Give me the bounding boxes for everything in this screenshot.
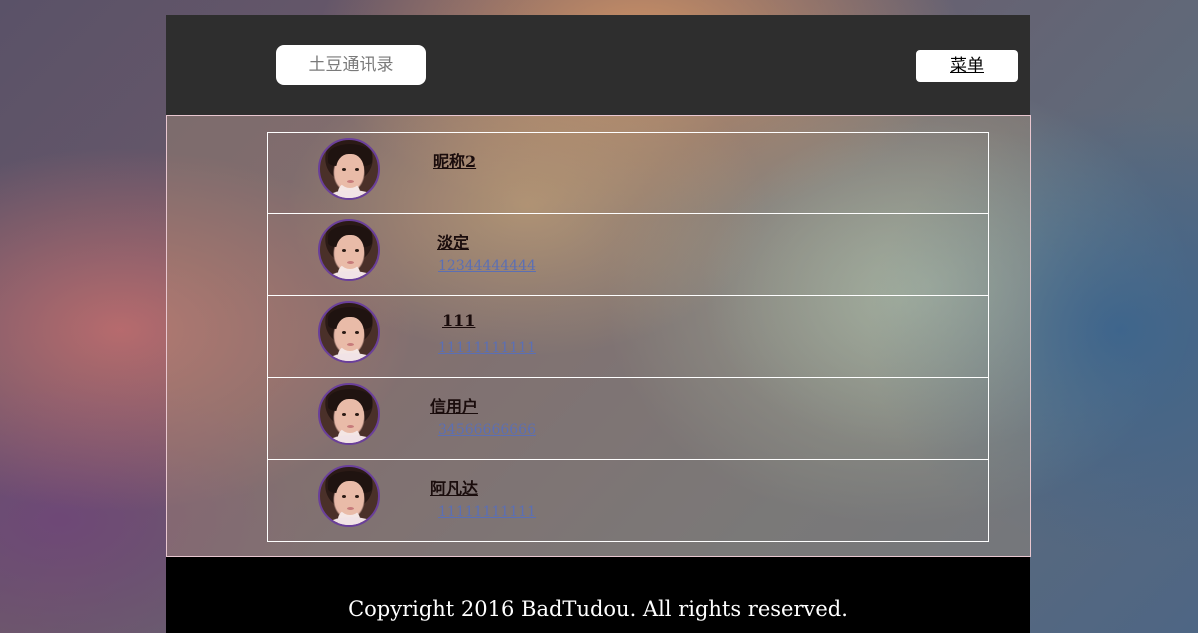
contact-item[interactable]: 111 11111111111 <box>267 296 989 378</box>
avatar-icon[interactable] <box>318 465 380 527</box>
contact-phone[interactable]: 34566666666 <box>438 422 536 438</box>
contact-item[interactable]: 淡定 12344444444 <box>267 214 989 296</box>
contact-list: 昵称2 淡定 12344444444 111 11111111111 信用户 3… <box>267 132 989 542</box>
page-footer: Copyright 2016 BadTudou. All rights rese… <box>166 557 1030 633</box>
contact-name[interactable]: 阿凡达 <box>430 475 478 499</box>
contact-name[interactable]: 111 <box>442 311 475 330</box>
contact-name[interactable]: 昵称2 <box>433 148 476 172</box>
avatar-icon[interactable] <box>318 301 380 363</box>
contact-phone[interactable]: 12344444444 <box>438 258 536 274</box>
contact-item[interactable]: 信用户 34566666666 <box>267 378 989 460</box>
contact-phone[interactable]: 11111111111 <box>438 504 536 520</box>
app-header: 土豆通讯录 菜单 <box>166 15 1030 115</box>
contact-item[interactable]: 阿凡达 11111111111 <box>267 460 989 542</box>
copyright-text: Copyright 2016 BadTudou. All rights rese… <box>348 597 848 621</box>
contact-panel: 昵称2 淡定 12344444444 111 11111111111 信用户 3… <box>166 115 1031 557</box>
menu-button[interactable]: 菜单 <box>916 50 1018 82</box>
contact-item[interactable]: 昵称2 <box>267 132 989 214</box>
avatar-icon[interactable] <box>318 138 380 200</box>
contact-name[interactable]: 信用户 <box>430 393 478 417</box>
app-title-button[interactable]: 土豆通讯录 <box>276 45 426 85</box>
contact-name[interactable]: 淡定 <box>437 229 469 253</box>
contact-phone[interactable]: 11111111111 <box>438 340 536 356</box>
avatar-icon[interactable] <box>318 383 380 445</box>
avatar-icon[interactable] <box>318 219 380 281</box>
